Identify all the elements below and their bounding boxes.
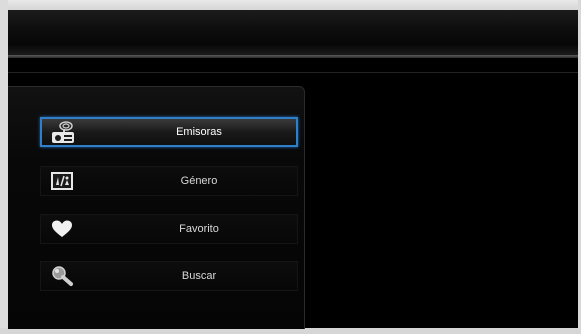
bezel-top (0, 0, 581, 10)
magnifier-icon (49, 264, 75, 288)
subheader-divider (8, 72, 578, 73)
bezel-left (0, 0, 8, 334)
menu-item-favorito[interactable]: Favorito (40, 214, 298, 244)
menu-item-label: Emisoras (176, 126, 222, 138)
header-bar (8, 10, 578, 56)
genre-icon (49, 169, 75, 193)
radio-icon (50, 121, 76, 145)
tv-screen: Emisoras Género Favorito Buscar (0, 0, 581, 334)
header-divider (8, 55, 578, 58)
menu-item-label: Favorito (179, 223, 219, 235)
menu-item-buscar[interactable]: Buscar (40, 261, 298, 291)
menu-item-genero[interactable]: Género (40, 166, 298, 196)
menu-item-label: Buscar (181, 270, 217, 282)
heart-icon (49, 217, 75, 241)
menu-item-emisoras[interactable]: Emisoras (40, 117, 298, 147)
menu-item-label: Género (180, 175, 218, 187)
